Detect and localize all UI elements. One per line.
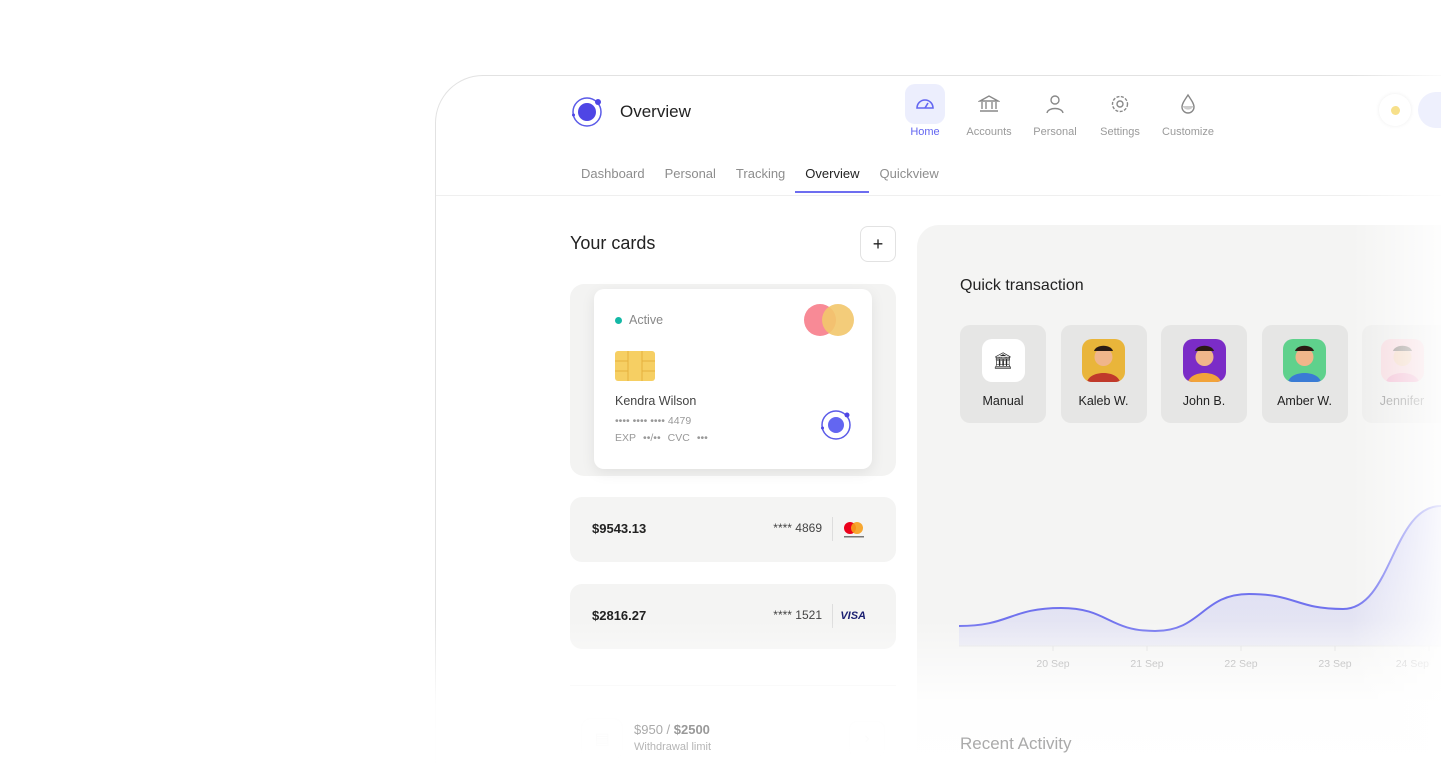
active-card[interactable]: Active Kendra Wilson •••• •••• •••• 4479… (594, 289, 872, 469)
contact-name: Kaleb W. (1078, 394, 1129, 408)
your-cards-title: Your cards (570, 233, 656, 253)
contact-name: Manual (982, 394, 1024, 408)
limit-sep: / (662, 722, 674, 737)
divider (832, 517, 833, 541)
nav-label: Customize (1162, 126, 1214, 138)
nav-label: Personal (1033, 126, 1077, 138)
contact-name: John B. (1182, 394, 1226, 408)
nav-label: Home (910, 126, 940, 138)
card-balance: $9543.13 (592, 521, 647, 536)
bottom-fade (0, 620, 1441, 773)
nav-personal[interactable]: Personal (1020, 84, 1090, 138)
quick-transaction-title: Quick transaction (960, 277, 1084, 294)
card-chip-icon (615, 351, 655, 381)
gear-icon (1111, 95, 1129, 113)
tab-overview[interactable]: Overview (795, 156, 870, 193)
nav-settings[interactable]: Settings (1085, 84, 1155, 138)
person-avatar-icon (1283, 339, 1326, 382)
cvc-value: ••• (696, 432, 708, 444)
quick-contact[interactable]: 🏛 Manual (960, 325, 1046, 423)
quick-contact[interactable]: John B. (1161, 325, 1247, 423)
add-card-button[interactable]: + (860, 226, 896, 262)
tab-dashboard[interactable]: Dashboard (571, 156, 655, 193)
speedometer-icon (916, 99, 934, 109)
tab-tracking[interactable]: Tracking (726, 156, 795, 193)
sun-icon (1390, 105, 1400, 115)
divider (436, 195, 1441, 196)
app-logo-icon (572, 97, 602, 127)
card-number: •••• •••• •••• 4479 (615, 415, 692, 427)
droplet-icon (1181, 93, 1195, 114)
limit-used: $950 (634, 722, 663, 737)
bank-icon (978, 95, 1000, 112)
quick-contact[interactable]: Kaleb W. (1060, 325, 1147, 423)
exp-value: ••/•• (643, 432, 661, 444)
mastercard-icon (844, 522, 864, 538)
card-status: Active (629, 313, 664, 327)
recent-activity-title: Recent Activity (960, 734, 1072, 753)
mastercard-logo-icon (804, 304, 854, 336)
withdrawal-label: Withdrawal limit (634, 741, 712, 753)
nav-label: Settings (1100, 126, 1140, 138)
tab-quickview[interactable]: Quickview (869, 156, 948, 193)
exp-label: EXP (615, 432, 637, 444)
theme-toggle-button[interactable] (1379, 94, 1411, 126)
card-number: **** 4869 (773, 521, 822, 535)
brand-logo-icon (821, 410, 851, 440)
card-details: EXP ••/•• CVC ••• (615, 432, 708, 444)
card-row[interactable]: $9543.13 **** 4869 (570, 497, 896, 562)
nav-customize[interactable]: Customize (1153, 84, 1223, 138)
withdrawal-amount: $950 / $2500 (634, 722, 710, 737)
bank-icon: 🏛 (992, 352, 1014, 370)
quick-contact[interactable]: Amber W. (1261, 325, 1348, 423)
contact-name: Amber W. (1277, 394, 1332, 408)
tab-bar: Dashboard Personal Tracking Overview Quickvi… (571, 156, 949, 193)
tab-personal[interactable]: Personal (655, 156, 726, 193)
nav-label: Accounts (966, 126, 1012, 138)
user-icon (1046, 95, 1064, 114)
limit-total: $2500 (673, 722, 710, 737)
nav-accounts[interactable]: Accounts (954, 84, 1024, 138)
page-title: Overview (620, 102, 691, 121)
person-avatar-icon (1182, 339, 1226, 382)
cvc-label: CVC (667, 432, 690, 444)
person-avatar-icon (1082, 339, 1125, 382)
status-dot (615, 317, 622, 324)
card-holder: Kendra Wilson (615, 394, 697, 408)
nav-home[interactable]: Home (890, 84, 960, 138)
